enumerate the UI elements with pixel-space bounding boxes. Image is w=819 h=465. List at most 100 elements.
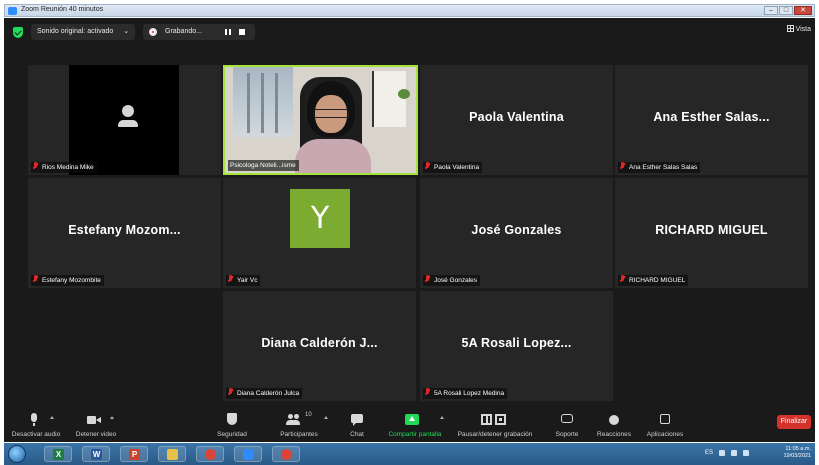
security-shield-icon[interactable] (13, 27, 23, 38)
video-tile-jose[interactable]: José Gonzales José Gonzales (420, 178, 613, 288)
chevron-up-icon[interactable] (50, 416, 54, 419)
participants-count: 10 (305, 412, 312, 418)
network-icon[interactable] (719, 450, 726, 456)
participant-name: RICHARD MIGUEL (655, 223, 768, 237)
support-icon (560, 413, 574, 426)
clock-date: 19/03/2021 (783, 453, 811, 459)
view-button[interactable]: Vista (786, 25, 811, 33)
participants-button[interactable]: 10 Participantes (269, 410, 329, 442)
clock-time: 11:05 a.m. (785, 446, 811, 452)
participant-label: Estefany Mozombite (31, 275, 104, 286)
chrome-icon-2 (281, 449, 292, 460)
participant-label: Yair Vc (226, 275, 261, 286)
window-title: Zoom Reunión 40 minutos (21, 6, 104, 13)
support-button[interactable]: Soporte (548, 410, 586, 442)
window-title-bar: Zoom Reunión 40 minutos – □ ✕ (4, 4, 815, 17)
maximize-button[interactable]: □ (779, 6, 793, 15)
recording-label: Grabando... (165, 28, 202, 35)
stop-recording-icon[interactable] (239, 29, 245, 35)
close-button[interactable]: ✕ (794, 6, 812, 15)
participant-label: 5A Rosali Lopez Medina (423, 388, 508, 399)
word-icon: W (91, 449, 102, 460)
muted-mic-icon (33, 275, 38, 283)
zoom-app-icon (8, 7, 17, 15)
participant-label: Ana Esther Salas Salas (618, 162, 701, 173)
stop-video-button[interactable]: Detener video (70, 410, 122, 442)
shield-icon (225, 413, 239, 426)
reactions-button[interactable]: Reacciones (592, 410, 636, 442)
chevron-up-icon[interactable] (110, 416, 114, 419)
participant-label: RICHARD MIGUEL (618, 275, 689, 286)
meeting-controls-toolbar: Desactivar audio Detener video Seguridad… (4, 410, 815, 442)
participant-name: Paola Valentina (469, 110, 564, 124)
taskbar-app-excel[interactable]: X (44, 446, 72, 462)
chevron-down-icon[interactable]: ⌄ (123, 24, 129, 40)
video-off-background (69, 65, 179, 175)
muted-mic-icon (425, 388, 430, 396)
mute-button[interactable]: Desactivar audio (8, 410, 64, 442)
chrome-icon (205, 449, 216, 460)
participant-label: José Gonzales (423, 275, 480, 286)
original-sound-button[interactable]: Sonido original: activado ⌄ (31, 24, 136, 40)
video-tile-paola[interactable]: Paola Valentina Paola Valentina (420, 65, 613, 175)
participant-name: Ana Esther Salas... (653, 110, 770, 124)
chevron-up-icon[interactable] (324, 416, 328, 419)
share-screen-button[interactable]: Compartir pantalla (382, 410, 448, 442)
video-tile-ana[interactable]: Ana Esther Salas... Ana Esther Salas Sal… (615, 65, 808, 175)
security-button[interactable]: Seguridad (208, 410, 256, 442)
muted-mic-icon (620, 275, 625, 283)
minimize-button[interactable]: – (764, 6, 778, 15)
video-tile-diana[interactable]: Diana Calderón J... Diana Calderón Julca (223, 291, 416, 401)
meeting-area: Sonido original: activado ⌄ Grabando... … (4, 18, 815, 442)
video-tile-estefany[interactable]: Estefany Mozom... Estefany Mozombite (28, 178, 221, 288)
meeting-top-bar: Sonido original: activado ⌄ Grabando... … (4, 18, 815, 46)
taskbar-app-explorer[interactable] (158, 446, 186, 462)
grid-view-icon (786, 25, 794, 32)
video-tile-rios[interactable]: Rios Medina Mike (28, 65, 221, 175)
avatar: Y (290, 189, 350, 248)
pause-stop-recording-button[interactable]: Pausar/detener grabación (452, 410, 538, 442)
recording-icon (149, 28, 157, 36)
flag-icon[interactable] (743, 450, 750, 456)
taskbar-app-chrome-2[interactable] (272, 446, 300, 462)
apps-button[interactable]: Aplicaciones (640, 410, 690, 442)
video-tile-rosali[interactable]: 5A Rosali Lopez... 5A Rosali Lopez Medin… (420, 291, 613, 401)
excel-icon: X (53, 449, 64, 460)
reactions-icon (607, 413, 621, 426)
muted-mic-icon (425, 275, 430, 283)
original-sound-label: Sonido original: activado (37, 28, 114, 35)
video-tile-richard[interactable]: RICHARD MIGUEL RICHARD MIGUEL (615, 178, 808, 288)
system-clock[interactable]: 11:05 a.m. 19/03/2021 (783, 446, 811, 460)
video-tile-yair[interactable]: Y Yair Vc (223, 178, 416, 288)
taskbar-app-chrome[interactable] (196, 446, 224, 462)
taskbar-app-word[interactable]: W (82, 446, 110, 462)
participant-name: José Gonzales (471, 223, 562, 237)
video-camera-icon (87, 413, 101, 426)
volume-icon[interactable] (731, 450, 738, 456)
start-button[interactable] (8, 445, 26, 463)
muted-mic-icon (33, 162, 38, 170)
system-tray-icons[interactable]: ES (705, 450, 765, 458)
view-label: Vista (795, 26, 811, 33)
muted-mic-icon (228, 388, 233, 396)
powerpoint-icon: P (129, 449, 140, 460)
pause-recording-icon[interactable] (225, 29, 231, 35)
window-controls: – □ ✕ (764, 6, 812, 15)
end-meeting-button[interactable]: Finalizar (777, 415, 811, 429)
video-tile-active-speaker[interactable]: Psicologa Noteli...isme (223, 65, 418, 175)
muted-mic-icon (620, 162, 625, 170)
language-indicator[interactable]: ES (705, 450, 713, 458)
apps-icon (658, 413, 672, 426)
share-screen-icon (405, 413, 419, 426)
windows-taskbar: X W P ES 11:05 a.m. 19/03/2021 (4, 443, 815, 465)
taskbar-app-zoom[interactable] (234, 446, 262, 462)
zoom-icon (243, 449, 254, 460)
muted-mic-icon (228, 275, 233, 283)
participant-label: Rios Medina Mike (31, 162, 97, 173)
taskbar-app-powerpoint[interactable]: P (120, 446, 148, 462)
participant-label: Diana Calderón Julca (226, 388, 303, 399)
participant-name: Diana Calderón J... (261, 336, 378, 350)
participant-name: Estefany Mozom... (68, 223, 181, 237)
chevron-up-icon[interactable] (440, 416, 444, 419)
chat-button[interactable]: Chat (341, 410, 373, 442)
